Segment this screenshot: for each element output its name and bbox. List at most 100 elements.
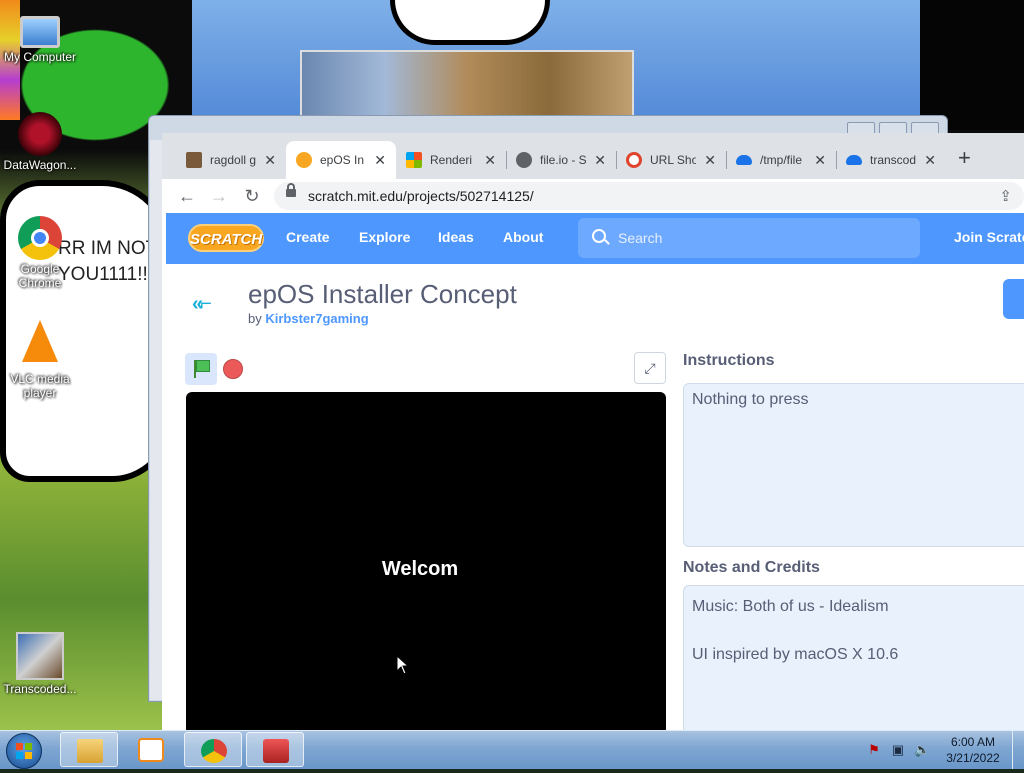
close-tab-icon[interactable]: ✕ [264,152,276,169]
instructions-heading: Instructions [683,352,775,369]
nav-create[interactable]: Create [286,229,330,245]
tab-fileio[interactable]: file.io - S ✕ [506,141,616,179]
desktop-icon-chrome[interactable]: Google Chrome [0,216,80,290]
desktop-icon-label: My Computer [3,50,77,64]
computer-icon [20,16,60,48]
notes-line: Music: Both of us - Idealism [692,598,889,615]
media-player-icon [138,738,164,762]
taskbar-explorer[interactable] [60,732,118,767]
desktop-icon-label: Transcoded... [3,682,77,696]
desktop-icon-transcoded[interactable]: Transcoded... [0,632,80,696]
tab-strip: ragdoll g ✕ epOS In ✕ Renderi ✕ file.io … [162,133,1024,179]
scratch-navbar: SCRATCH Create Explore Ideas About Searc… [166,213,1024,264]
green-flag-button[interactable] [185,353,217,385]
tab-title: URL Sho [650,153,697,167]
taskbar: ⚑ ▣ 🔈 6:00 AM 3/21/2022 [0,730,1024,769]
desktop-icon-datawagon[interactable]: DataWagon... [0,112,80,172]
fullscreen-button[interactable]: ⤢ [634,352,666,384]
url-favicon [626,152,642,168]
forward-arrow-icon[interactable]: → [206,183,232,209]
start-button[interactable] [6,733,42,769]
tab-url-shortener[interactable]: URL Sho ✕ [616,141,726,179]
desktop-icon-vlc[interactable]: VLC media player [0,320,80,400]
close-tab-icon[interactable]: ✕ [594,152,606,169]
url-text: scratch.mit.edu/projects/502714125/ [308,188,534,204]
globe-favicon [516,152,532,168]
tab-title: /tmp/file [760,153,803,167]
project-logo-icon: «⌐ [192,293,212,315]
close-tab-icon[interactable]: ✕ [484,152,496,169]
stage-text: Welcom [381,558,459,580]
share-icon[interactable]: ⇪ [999,187,1012,205]
network-icon[interactable]: ▣ [890,742,906,758]
notes-line: UI inspired by macOS X 10.6 [692,646,899,663]
project-thumbnail: «⌐ [188,285,230,327]
action-center-flag-icon[interactable]: ⚑ [866,742,882,758]
folder-icon [77,739,103,763]
vlc-icon [22,320,58,362]
system-clock[interactable]: 6:00 AM 3/21/2022 [940,734,1006,766]
search-icon [592,229,606,243]
desktop-icon-label: VLC media player [10,372,70,400]
volume-icon[interactable]: 🔈 [914,742,930,758]
nav-ideas[interactable]: Ideas [438,229,474,245]
browser-toolbar: ← → ↻ scratch.mit.edu/projects/502714125… [162,179,1024,213]
wallpaper-cloud [390,0,550,45]
back-arrow-icon[interactable]: ← [174,183,200,209]
nav-about[interactable]: About [503,229,543,245]
cloud-upload-favicon [736,155,752,165]
tab-tmp-file[interactable]: /tmp/file ✕ [726,141,836,179]
instructions-panel: Nothing to press [683,383,1024,547]
clock-time: 6:00 AM [950,735,996,749]
tab-title: file.io - S [540,153,587,167]
tab-title: ragdoll g [210,153,257,167]
desktop-icon-label: Google Chrome [18,262,62,290]
taskbar-chrome[interactable] [184,732,242,767]
ragdoll-favicon [186,152,202,168]
scratch-logo[interactable]: SCRATCH [188,224,264,252]
close-tab-icon[interactable]: ✕ [374,152,386,169]
windows-favicon [406,152,422,168]
nav-explore[interactable]: Explore [359,229,410,245]
tab-epos[interactable]: epOS In ✕ [286,141,396,179]
flag-cloth [196,360,210,372]
author-link[interactable]: Kirbster7gaming [265,311,368,326]
address-bar[interactable]: scratch.mit.edu/projects/502714125/ ⇪ [274,182,1024,210]
close-tab-icon[interactable]: ✕ [704,152,716,169]
tab-title: transcod [870,153,917,167]
reload-icon[interactable]: ↻ [239,183,265,209]
show-desktop-button[interactable] [1012,731,1024,769]
project-stage[interactable]: Welcom [186,392,666,730]
scratch-favicon [296,152,312,168]
search-placeholder: Search [618,230,663,246]
project-title: epOS Installer Concept [248,279,517,309]
browser-window: ragdoll g ✕ epOS In ✕ Renderi ✕ file.io … [162,133,1024,730]
tab-title: Renderi [430,153,473,167]
remix-button[interactable] [1003,279,1024,319]
mouse-cursor-icon [396,655,410,675]
tab-renderi[interactable]: Renderi ✕ [396,141,506,179]
desktop-icon-my-computer[interactable]: My Computer [0,8,80,64]
taskbar-media-player[interactable] [122,732,180,767]
video-file-icon [16,632,64,680]
windows-logo-icon [16,743,32,759]
background-window-edge [150,140,162,700]
toolbox-icon [263,739,289,763]
lock-icon [286,183,296,197]
stop-button[interactable] [223,359,243,379]
close-tab-icon[interactable]: ✕ [814,152,826,169]
tab-title: epOS In [320,153,365,167]
tab-ragdoll[interactable]: ragdoll g ✕ [176,141,286,179]
cloud-upload-favicon [846,155,862,165]
search-input[interactable]: Search [578,218,920,258]
taskbar-toolbox[interactable] [246,732,304,767]
clock-date: 3/21/2022 [946,751,1000,765]
new-tab-button[interactable]: + [958,147,971,169]
tab-transcode[interactable]: transcod ✕ [836,141,946,179]
wallpaper-dark-area [920,0,1024,130]
notes-panel: Music: Both of us - Idealism UI inspired… [683,585,1024,730]
chrome-icon [201,739,227,763]
join-scratch-link[interactable]: Join Scratch [954,229,1024,245]
by-label: by [248,311,262,326]
close-tab-icon[interactable]: ✕ [924,152,936,169]
